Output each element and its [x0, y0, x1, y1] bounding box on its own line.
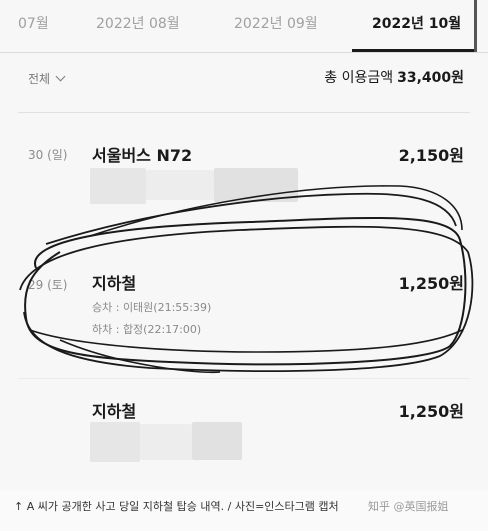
screenshot-panel: 07월 2022년 08월 2022년 09월 2022년 10월 전체 총 이… [0, 0, 488, 490]
blurred-detail [146, 170, 214, 200]
tab-july[interactable]: 07월 [18, 13, 49, 33]
transaction-title: 지하철 [92, 402, 137, 421]
transaction-amount: 1,250원 [398, 274, 464, 293]
blurred-detail [214, 168, 298, 202]
total-usage: 총 이용금액 33,400원 [324, 67, 464, 87]
filter-label: 전체 [28, 72, 51, 86]
transaction-title: 서울버스 N72 [92, 146, 193, 165]
tab-september[interactable]: 2022년 09월 [234, 13, 318, 33]
photo-caption: ↑ A 씨가 공개한 사고 당일 지하철 탑승 내역. / 사진=인스타그램 캡… [14, 500, 339, 513]
blurred-detail [90, 168, 146, 204]
transaction-amount: 1,250원 [398, 402, 464, 421]
filter-dropdown[interactable]: 전체 [28, 70, 66, 87]
boarding-info: 승차 : 이태원(21:55:39) [92, 301, 212, 314]
transaction-amount: 2,150원 [398, 146, 464, 165]
tab-divider [474, 0, 477, 52]
transaction-title: 지하철 [92, 274, 137, 293]
month-tab-bar: 07월 2022년 08월 2022년 09월 2022년 10월 [0, 0, 488, 53]
total-amount: 33,400원 [397, 70, 464, 86]
active-tab-indicator [352, 49, 476, 52]
blurred-detail [90, 422, 140, 462]
tab-october[interactable]: 2022년 10월 [372, 13, 461, 33]
tab-august[interactable]: 2022년 08월 [96, 13, 180, 33]
blurred-detail [140, 424, 192, 460]
watermark: 知乎 @英国报姐 [368, 500, 449, 513]
blurred-detail [192, 422, 242, 460]
total-label: 총 이용금액 [324, 70, 394, 86]
alighting-info: 하차 : 합정(22:17:00) [92, 323, 202, 336]
transaction-date: 30 (일) [28, 148, 68, 162]
divider [18, 378, 470, 379]
chevron-down-icon [55, 71, 66, 82]
transaction-date: 29 (토) [28, 278, 68, 292]
divider [18, 112, 470, 113]
